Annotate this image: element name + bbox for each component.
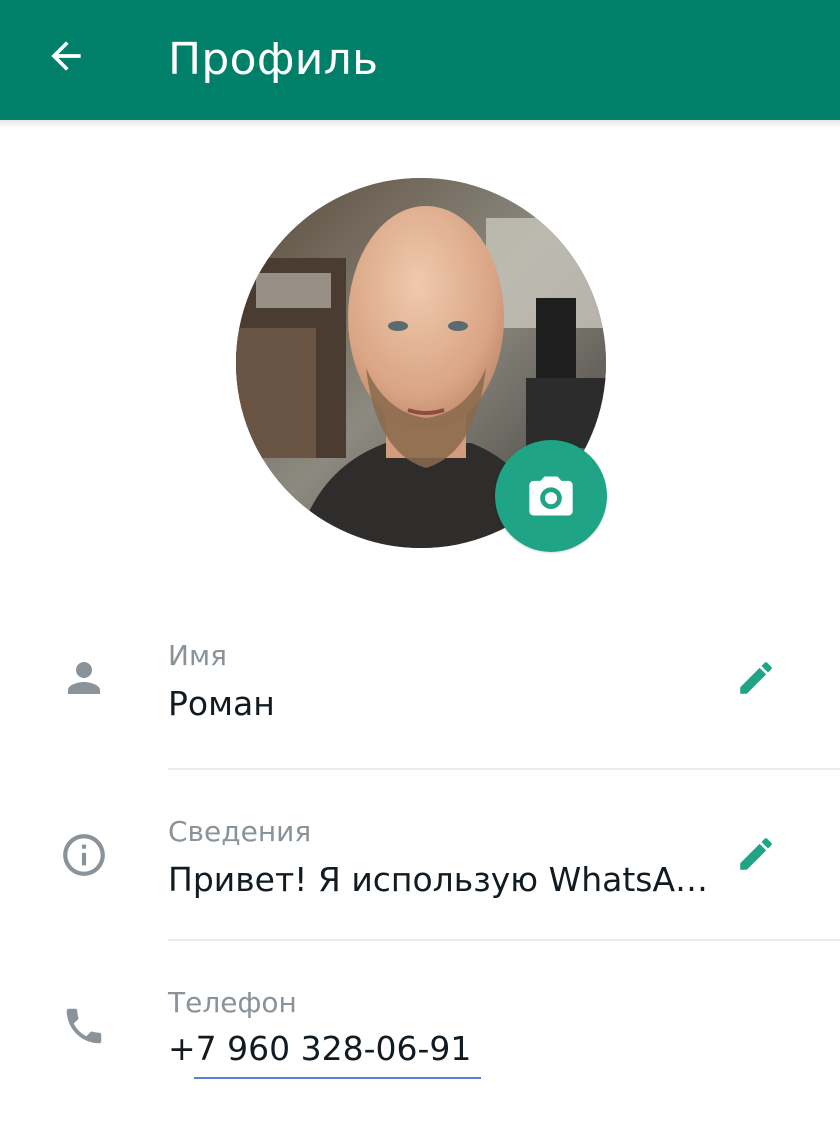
back-button[interactable] xyxy=(36,26,96,86)
name-value: Роман xyxy=(168,684,275,723)
divider xyxy=(168,939,840,941)
phone-value[interactable]: +7 960 328-06-91 xyxy=(168,1027,471,1071)
arrow-left-icon xyxy=(51,41,81,71)
divider xyxy=(168,768,840,770)
pencil-icon xyxy=(740,838,772,870)
edit-name-button[interactable] xyxy=(728,650,784,706)
top-app-bar: Профиль xyxy=(0,0,840,120)
camera-icon xyxy=(529,476,573,516)
pencil-icon xyxy=(740,662,772,694)
change-photo-button[interactable] xyxy=(495,440,607,552)
about-label: Сведения xyxy=(168,815,312,848)
profile-screen: Профиль Имя Роман Сведения Привет! Я исп… xyxy=(0,0,840,1127)
name-label: Имя xyxy=(168,639,227,672)
phone-label: Телефон xyxy=(168,986,297,1019)
about-value: Привет! Я использую WhatsA… xyxy=(168,860,709,899)
info-icon xyxy=(56,827,112,883)
phone-link-underline xyxy=(194,1077,481,1079)
phone-icon xyxy=(56,998,112,1054)
page-title: Профиль xyxy=(168,34,379,85)
top-bar-shadow xyxy=(0,120,840,128)
person-icon xyxy=(56,650,112,706)
edit-about-button[interactable] xyxy=(728,826,784,882)
